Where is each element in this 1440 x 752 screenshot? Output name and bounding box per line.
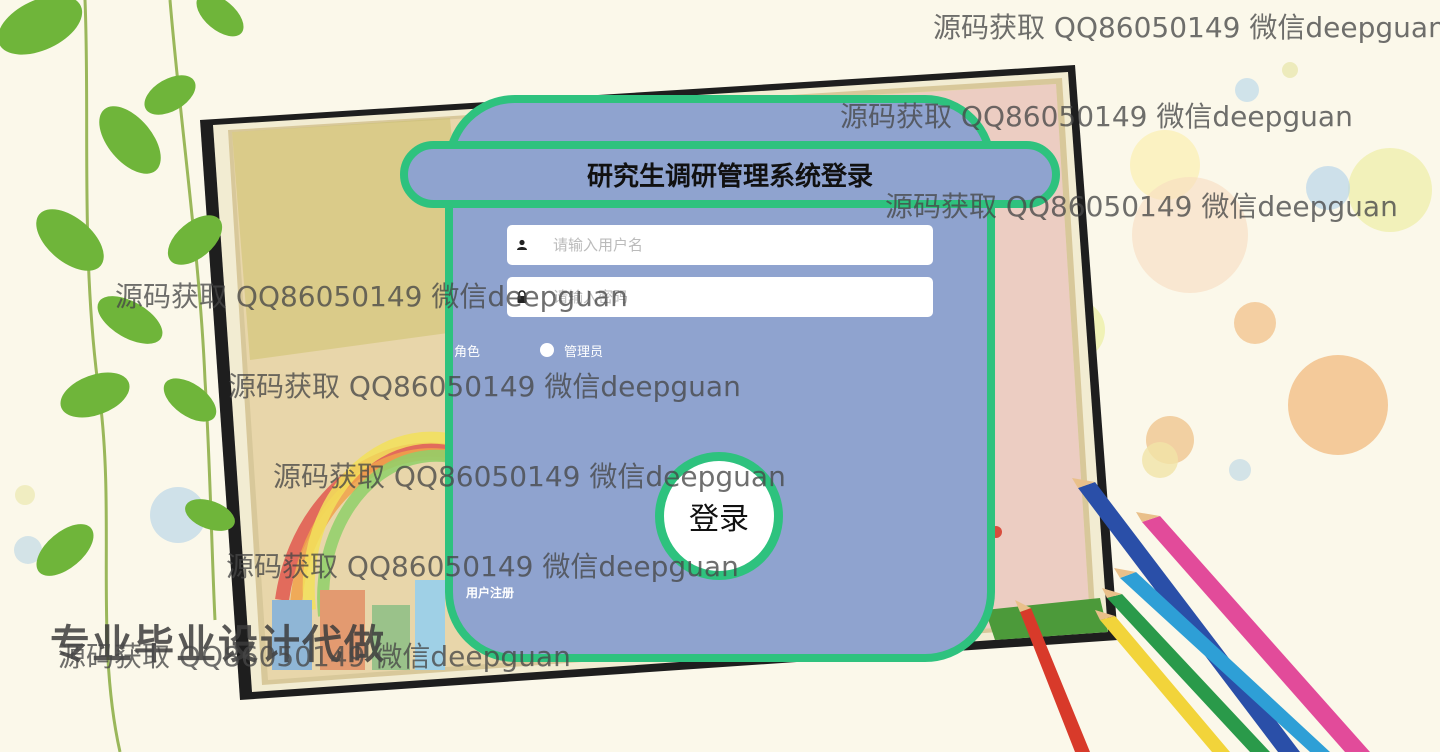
- role-label: 角色: [454, 345, 481, 360]
- watermark-text: 源码获取 QQ86050149 微信deepguan: [115, 280, 628, 313]
- register-link[interactable]: 用户注册: [466, 584, 514, 601]
- person-icon: [507, 225, 537, 265]
- watermark-text: 源码获取 QQ86050149 微信deepguan: [273, 460, 786, 493]
- role-admin-radio[interactable]: [540, 343, 554, 357]
- watermark-text: 源码获取 QQ86050149 微信deepguan: [840, 100, 1353, 133]
- page-title: 研究生调研管理系统登录: [586, 162, 873, 192]
- role-admin-label[interactable]: 管理员: [564, 341, 603, 360]
- watermark-text: 源码获取 QQ86050149 微信deepguan: [58, 640, 571, 673]
- watermark-text: 源码获取 QQ86050149 微信deepguan: [885, 190, 1398, 223]
- username-input[interactable]: [551, 235, 915, 255]
- watermark-text: 源码获取 QQ86050149 微信deepguan: [226, 550, 739, 583]
- watermark-text: 源码获取 QQ86050149 微信deepguan: [933, 11, 1440, 44]
- watermark-text: 源码获取 QQ86050149 微信deepguan: [228, 370, 741, 403]
- username-field[interactable]: [507, 225, 933, 265]
